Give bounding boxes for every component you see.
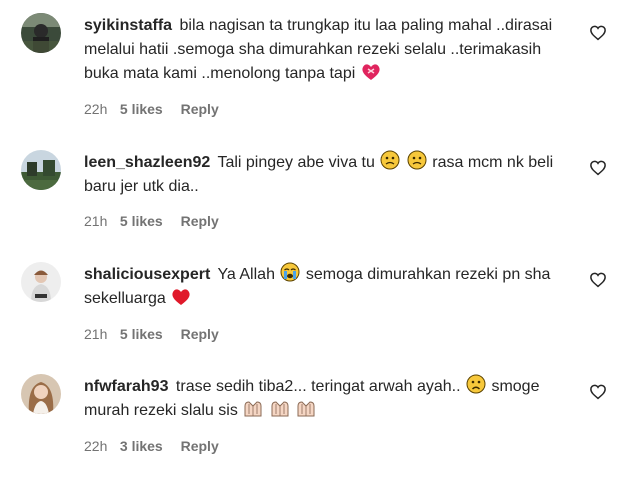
comment-likes[interactable]: 3 likes [120,438,163,454]
avatar[interactable] [21,13,61,53]
comment-username[interactable]: nfwfarah93 [84,378,168,395]
comment-username[interactable]: syikinstaffa [84,17,172,34]
like-heart-icon[interactable] [589,159,607,177]
folded-hands-icon [271,401,289,417]
confused-face-icon [407,150,427,170]
comment-likes[interactable]: 5 likes [120,213,163,229]
comment-body: nfwfarah93 trase sedih tiba2... teringat… [84,374,554,423]
comment-text: Tali pingey abe viva tu [217,154,375,171]
crying-face-icon [280,262,300,282]
avatar[interactable] [21,150,61,190]
comment-username[interactable]: leen_shazleen92 [84,154,210,171]
like-heart-icon[interactable] [589,271,607,289]
reply-button[interactable]: Reply [181,326,219,342]
like-heart-icon[interactable] [589,24,607,42]
avatar[interactable] [21,374,61,414]
comment-body: syikinstaffa bila nagisan ta trungkap it… [84,14,554,86]
comment-meta: 22h 3 likes Reply [84,438,219,454]
red-heart-icon [172,289,190,305]
comment-text: trase sedih tiba2... teringat arwah ayah… [175,378,461,395]
comment-likes[interactable]: 5 likes [120,326,163,342]
comment-time[interactable]: 22h [84,101,116,117]
comment-meta: 22h 5 likes Reply [84,101,219,117]
comment-time[interactable]: 21h [84,326,116,342]
reply-button[interactable]: Reply [181,438,219,454]
reply-button[interactable]: Reply [181,213,219,229]
reply-button[interactable]: Reply [181,101,219,117]
sad-face-icon [466,374,486,394]
comment-meta: 21h 5 likes Reply [84,213,219,229]
comment-meta: 21h 5 likes Reply [84,326,219,342]
comment-time[interactable]: 21h [84,213,116,229]
like-heart-icon[interactable] [589,383,607,401]
folded-hands-icon [297,401,315,417]
comment-time[interactable]: 22h [84,438,116,454]
heart-with-ribbon-icon [362,64,380,80]
comment-text: Ya Allah [217,266,275,283]
folded-hands-icon [244,401,262,417]
comment-body: shaliciousexpert Ya Allah semoga dimurah… [84,262,554,311]
comment-body: leen_shazleen92 Tali pingey abe viva tu … [84,150,554,199]
comment-username[interactable]: shaliciousexpert [84,266,210,283]
comment-likes[interactable]: 5 likes [120,101,163,117]
avatar[interactable] [21,262,61,302]
confused-face-icon [380,150,400,170]
